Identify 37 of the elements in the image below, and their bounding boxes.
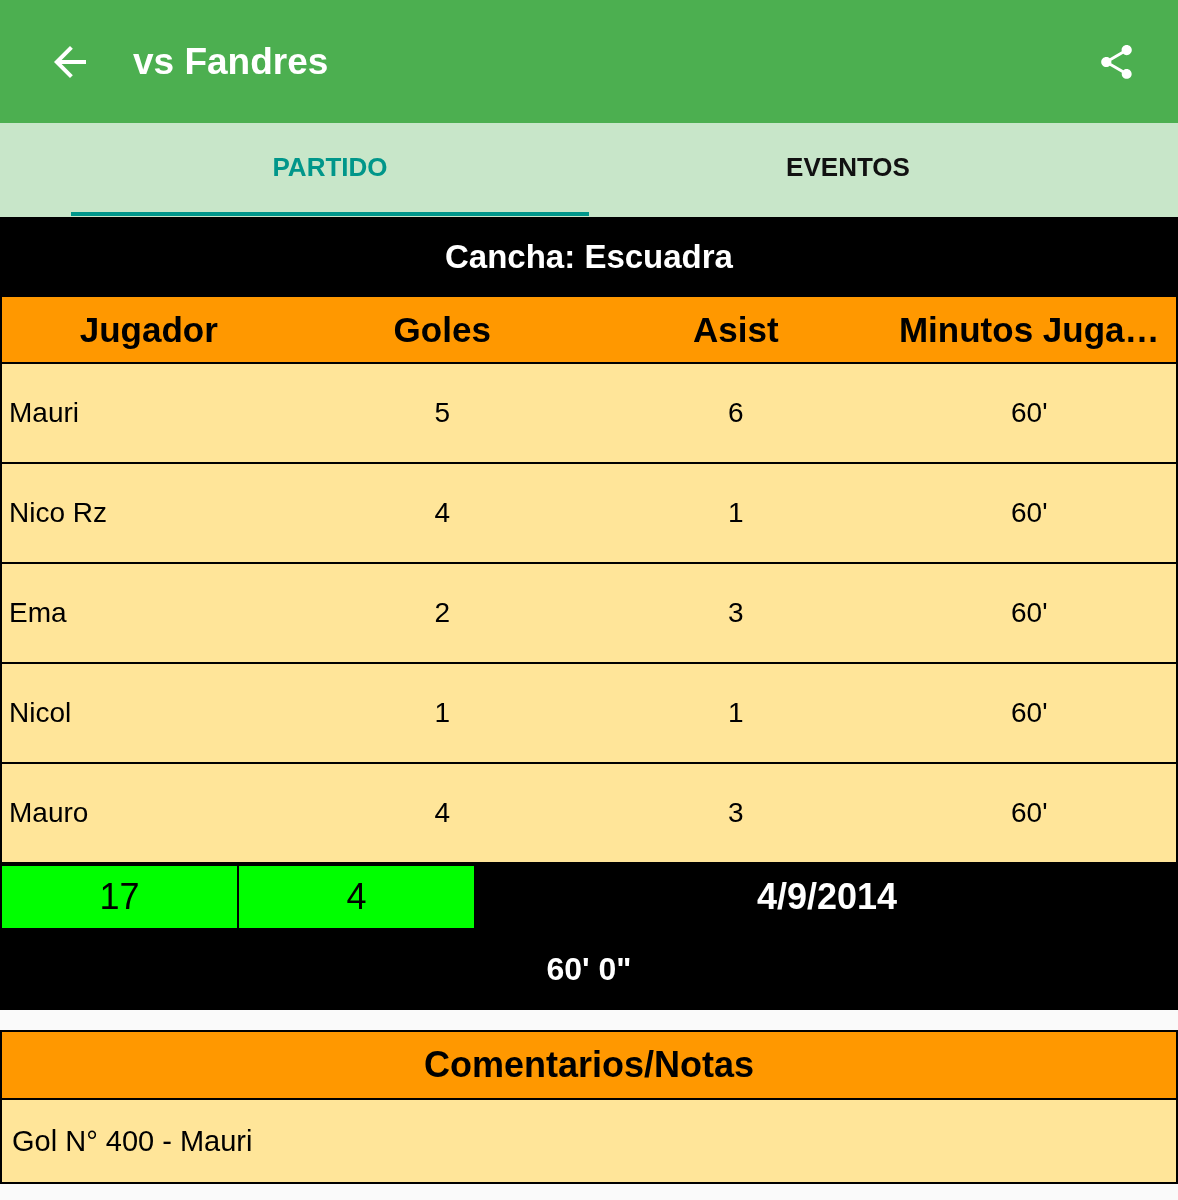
- table-cell-text: 1: [726, 496, 745, 530]
- table-cell-text: Mauro: [8, 796, 90, 830]
- table-cell-text: Ema: [8, 596, 68, 630]
- column-header: Asist: [691, 308, 780, 351]
- table-cell-text: 60': [1010, 596, 1049, 630]
- table-cell-text: Nico Rz: [8, 496, 108, 530]
- column-header: Jugador: [78, 308, 219, 351]
- score-cell: 4: [239, 866, 474, 928]
- notes-title: Comentarios/Notas: [2, 1032, 1176, 1100]
- table-cell-text: 3: [726, 796, 745, 830]
- screen-title: vs Fandres: [133, 40, 330, 83]
- table-cell-text: 60': [1010, 796, 1049, 830]
- table-cell-text: 60': [1010, 696, 1049, 730]
- field-banner: Cancha: Escuadra: [0, 217, 1178, 297]
- table-cell-text: 2: [433, 596, 452, 630]
- table-cell-text: 60': [1010, 396, 1049, 430]
- score-cell: 17: [2, 866, 237, 928]
- share-icon: [1101, 44, 1132, 79]
- back-button[interactable]: [54, 45, 86, 78]
- table-cell-text: 4: [433, 496, 452, 530]
- table-cell-text: Nicol: [8, 696, 73, 730]
- table-cell-text: 6: [726, 396, 745, 430]
- table-cell-text: 3: [726, 596, 745, 630]
- table-cell-text: 1: [726, 696, 745, 730]
- column-header: Minutos Juga…: [897, 308, 1161, 351]
- match-duration: 60' 0": [545, 950, 633, 989]
- notes-text: Gol N° 400 - Mauri: [2, 1100, 1176, 1182]
- table-cell-text: 5: [433, 396, 452, 430]
- tab[interactable]: EVENTOS: [589, 123, 1107, 216]
- share-button[interactable]: [1101, 44, 1132, 79]
- table-cell-text: 4: [433, 796, 452, 830]
- table-cell-text: 1: [433, 696, 452, 730]
- column-header: Goles: [392, 308, 492, 351]
- match-date: 4/9/2014: [755, 874, 899, 919]
- table-cell-text: Mauri: [8, 396, 80, 430]
- table-cell-text: 60': [1010, 496, 1049, 530]
- back-arrow-icon: [54, 45, 86, 78]
